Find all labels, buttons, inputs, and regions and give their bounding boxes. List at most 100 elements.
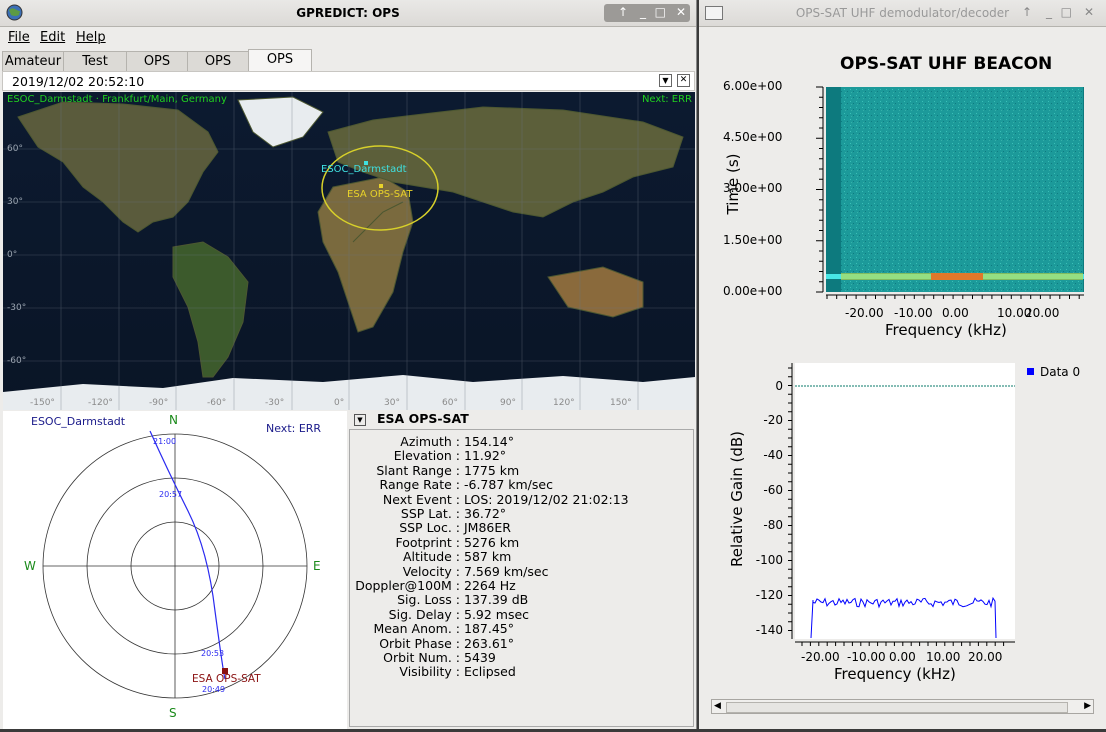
polar-next: Next: ERR bbox=[266, 422, 322, 435]
module-tabs: Amateur Test OPS OPS OPS bbox=[0, 49, 696, 72]
lon-label: 120° bbox=[553, 398, 575, 408]
tab-test[interactable]: Test bbox=[63, 51, 127, 71]
tab-ops-3[interactable]: OPS bbox=[248, 49, 312, 72]
maximize-icon[interactable]: □ bbox=[1061, 5, 1072, 19]
info-key: Mean Anom. : bbox=[373, 621, 461, 637]
current-time: 2019/12/02 20:52:10 bbox=[12, 74, 145, 89]
y-tick: -40 bbox=[763, 448, 783, 462]
map-next-label: Next: ERR bbox=[641, 94, 692, 105]
y-tick: -120 bbox=[755, 588, 783, 602]
y-tick: -80 bbox=[763, 518, 783, 532]
x-tick: 0.00 bbox=[942, 306, 969, 320]
info-value: 187.45° bbox=[464, 621, 514, 637]
gpredict-window: GPREDICT: OPS ↑ _ □ ✕ File Edit Help Ama… bbox=[0, 0, 697, 729]
menubar: File Edit Help bbox=[0, 27, 696, 48]
time-label: 20:49 bbox=[202, 685, 226, 694]
polar-sat-label: ESA OPS-SAT bbox=[192, 673, 261, 685]
lon-label: 150° bbox=[610, 398, 632, 408]
lon-label: -90° bbox=[149, 398, 169, 408]
y-tick: -140 bbox=[755, 623, 783, 637]
keep-above-icon[interactable]: ↑ bbox=[618, 5, 628, 19]
close-icon[interactable]: ✕ bbox=[676, 5, 686, 19]
info-row: Mean Anom. :187.45° bbox=[350, 622, 690, 636]
north-label: N bbox=[169, 413, 178, 427]
expander-icon[interactable]: ▼ bbox=[354, 414, 366, 426]
map-qth-label: ESOC_Darmstadt · Frankfurt/Main, Germany bbox=[7, 94, 227, 105]
y-tick: -20 bbox=[763, 413, 783, 427]
info-key: Orbit Num. : bbox=[383, 650, 460, 665]
y-tick: 6.00e+00 bbox=[723, 79, 783, 93]
x-tick: 20.00 bbox=[1025, 306, 1060, 320]
gpredict-title: GPREDICT: OPS bbox=[296, 6, 400, 20]
info-value: Eclipsed bbox=[464, 664, 516, 680]
gpredict-titlebar[interactable]: GPREDICT: OPS ↑ _ □ ✕ bbox=[0, 0, 696, 27]
info-key: Orbit Phase : bbox=[379, 635, 460, 651]
info-row: Sig. Delay :5.92 msec bbox=[350, 606, 690, 622]
info-value: 2264 Hz bbox=[464, 578, 516, 593]
info-value: 587 km bbox=[464, 549, 512, 565]
time-bar: 2019/12/02 20:52:10 ▼ ✕ bbox=[2, 71, 695, 91]
polar-plot[interactable]: ESOC_Darmstadt Next: ERR N S E W 21:00 2… bbox=[3, 411, 347, 729]
info-row: Orbit Phase :263.61° bbox=[350, 635, 690, 651]
time-label: 21:00 bbox=[153, 437, 177, 446]
menu-file[interactable]: File bbox=[8, 30, 30, 45]
minimize-icon[interactable]: _ bbox=[640, 5, 646, 19]
menu-help[interactable]: Help bbox=[76, 30, 106, 45]
spectrum-plot: Data 0 0 -20 -40 -60 -80 -100 -120 -140 … bbox=[699, 360, 1106, 690]
menu-edit[interactable]: Edit bbox=[40, 30, 65, 45]
tab-amateur[interactable]: Amateur bbox=[2, 51, 64, 71]
polar-station: ESOC_Darmstadt bbox=[31, 415, 126, 428]
time-label: 20:53 bbox=[201, 649, 225, 658]
x-tick: -10.00 bbox=[894, 306, 933, 320]
info-key: Footprint : bbox=[395, 534, 461, 550]
y-tick: 0 bbox=[775, 379, 783, 393]
dropdown-icon[interactable]: ▼ bbox=[659, 74, 672, 87]
lon-label: 90° bbox=[500, 398, 516, 408]
undock-close-icon[interactable]: ✕ bbox=[677, 74, 690, 87]
spectrum-series bbox=[810, 596, 997, 639]
info-value: LOS: 2019/12/02 21:02:13 bbox=[464, 491, 629, 507]
legend-label: Data 0 bbox=[1040, 365, 1081, 379]
x-tick: -20.00 bbox=[845, 306, 884, 320]
info-key: Azimuth : bbox=[400, 434, 460, 449]
waterfall-plot: OPS-SAT UHF BEACON 6.00e+00 4.50e+00 3.0… bbox=[699, 40, 1106, 340]
info-key: Slant Range : bbox=[376, 462, 460, 478]
keep-above-icon[interactable]: ↑ bbox=[1022, 5, 1032, 19]
map-station-label: ESOC_Darmstadt bbox=[321, 164, 407, 175]
lon-label: -150° bbox=[30, 398, 55, 408]
info-value: JM86ER bbox=[464, 520, 511, 536]
tab-ops-1[interactable]: OPS bbox=[126, 51, 188, 71]
scroll-left-icon[interactable]: ◀ bbox=[714, 700, 721, 713]
scroll-thumb[interactable] bbox=[726, 702, 1068, 713]
info-value: 11.92° bbox=[464, 448, 507, 464]
info-value: 5.92 msec bbox=[464, 606, 530, 622]
world-map[interactable]: ESOC_Darmstadt · Frankfurt/Main, Germany… bbox=[3, 92, 695, 410]
opssat-titlebar[interactable]: OPS-SAT UHF demodulator/decoder ↑ _ □ ✕ bbox=[699, 0, 1106, 27]
info-row: Next Event : LOS: 2019/12/02 21:02:13 bbox=[350, 491, 690, 507]
scroll-right-icon[interactable]: ▶ bbox=[1084, 700, 1091, 713]
info-value: 1775 km bbox=[464, 462, 520, 478]
lat-label: 60° bbox=[7, 144, 23, 154]
info-key: Range Rate : bbox=[379, 477, 460, 493]
south-label: S bbox=[169, 706, 177, 720]
y-tick: -100 bbox=[755, 553, 783, 567]
east-label: E bbox=[313, 559, 321, 573]
lat-label: -30° bbox=[7, 303, 27, 313]
minimize-icon[interactable]: _ bbox=[1046, 5, 1052, 19]
info-value: 154.14° bbox=[464, 434, 514, 449]
tab-ops-2[interactable]: OPS bbox=[187, 51, 249, 71]
polar-canvas bbox=[42, 430, 308, 699]
info-row: SSP Lat. : 36.72° bbox=[350, 507, 690, 521]
close-icon[interactable]: ✕ bbox=[1084, 5, 1094, 19]
info-key: Altitude : bbox=[402, 549, 460, 565]
lon-label: 60° bbox=[442, 398, 458, 408]
y-tick: 4.50e+00 bbox=[723, 130, 783, 144]
info-key: Doppler@100M : bbox=[355, 578, 460, 593]
map-canvas bbox=[3, 92, 695, 410]
info-key: Sig. Delay : bbox=[388, 606, 460, 622]
maximize-icon[interactable]: □ bbox=[655, 5, 666, 19]
info-key: SSP Lat. : bbox=[400, 506, 460, 521]
info-row: SSP Loc. : JM86ER bbox=[350, 521, 690, 535]
lat-label: 30° bbox=[7, 197, 23, 207]
horizontal-scrollbar[interactable]: ◀ ▶ bbox=[711, 699, 1094, 714]
